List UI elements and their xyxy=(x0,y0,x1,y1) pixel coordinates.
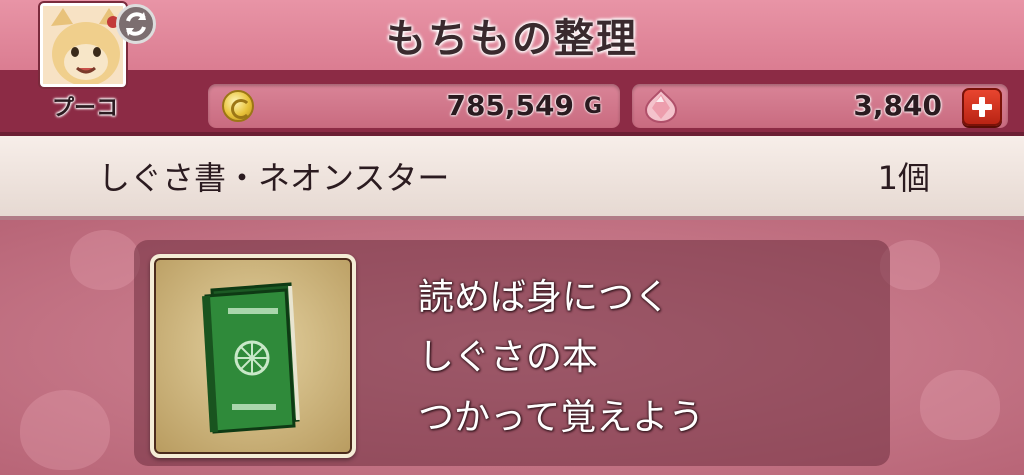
description-line-1: 読めば身につく xyxy=(418,277,671,318)
slime-silhouette-icon xyxy=(70,230,140,290)
description-line-2: しぐさの本 xyxy=(418,337,599,378)
gold-coin-icon xyxy=(222,90,254,122)
description-line-3: つかって覚えよう xyxy=(418,397,705,438)
screen-title: もちもの整理 xyxy=(386,16,638,62)
refresh-arrows-icon xyxy=(126,12,146,36)
add-gems-button[interactable] xyxy=(962,88,1002,126)
gold-value: 785,549 xyxy=(446,89,574,122)
slime-silhouette-icon xyxy=(20,390,110,470)
gem-icon xyxy=(644,88,678,124)
item-count: 1個 xyxy=(877,159,930,197)
gold-unit: G xyxy=(583,94,602,119)
gold-panel: 785,549 G xyxy=(208,84,620,128)
gem-value: 3,840 xyxy=(853,89,942,122)
swap-character-icon[interactable] xyxy=(116,4,156,44)
character-name: プーコ xyxy=(51,96,118,121)
currency-bar: 785,549 G 3,840 xyxy=(0,70,1024,136)
plus-icon-vertical xyxy=(979,97,985,117)
gem-panel: 3,840 xyxy=(632,84,1008,128)
item-name: しぐさ書・ネオンスター xyxy=(98,159,450,197)
character-portrait-icon xyxy=(43,6,123,84)
item-row[interactable]: しぐさ書・ネオンスター 1個 xyxy=(0,136,1024,220)
character-avatar[interactable] xyxy=(40,3,126,87)
item-image-frame xyxy=(150,254,356,458)
slime-silhouette-icon xyxy=(920,370,1000,440)
green-book-icon xyxy=(202,282,300,434)
